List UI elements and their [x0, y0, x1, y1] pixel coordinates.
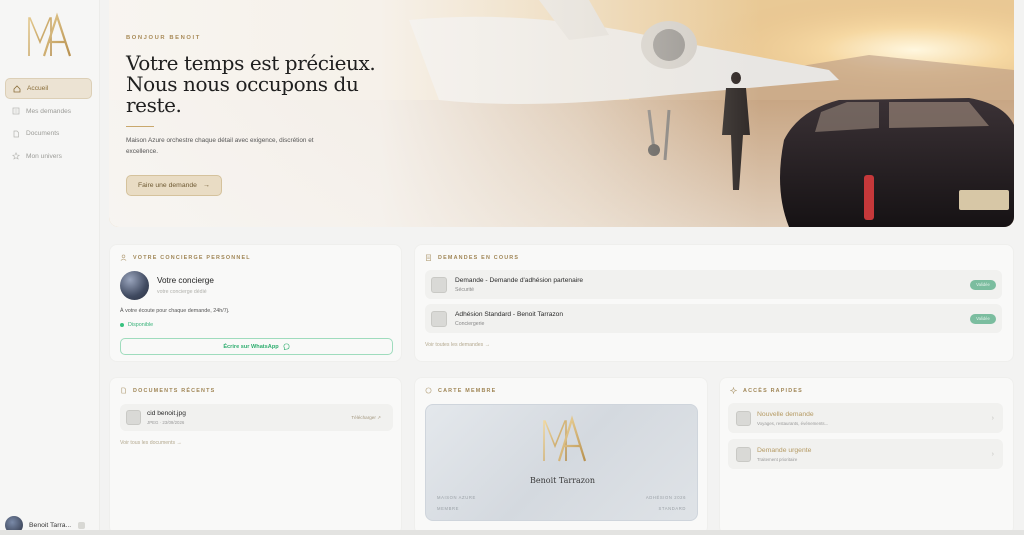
whatsapp-label: Écrire sur WhatsApp	[223, 343, 279, 350]
chevron-right-icon: ›	[991, 414, 994, 422]
card-heading: CARTE MEMBRE	[425, 387, 496, 395]
document-icon	[11, 129, 20, 138]
status-badge: Validée	[970, 313, 996, 324]
document-name: cid benoit.jpg	[147, 410, 186, 417]
card-heading: VOTRE CONCIERGE PERSONNEL	[120, 254, 251, 262]
request-category: Sécurité	[455, 286, 475, 293]
card-heading: DEMANDES EN COURS	[425, 254, 519, 262]
hero-title-line: Votre temps est précieux.	[126, 51, 376, 75]
member-card-year: ADHÉSION 2026	[645, 495, 686, 500]
sidebar-item-accueil[interactable]: Accueil	[5, 78, 92, 99]
card-heading: DOCUMENTS RÉCENTS	[120, 387, 215, 395]
maison-azure-logo	[543, 415, 587, 462]
arrow-right-icon: →	[202, 182, 210, 189]
document-item[interactable]: cid benoit.jpg JPEG · 23/09/2026 Télécha…	[120, 404, 393, 431]
sidebar-item-documents[interactable]: Documents	[5, 123, 92, 144]
sidebar-item-label: Accueil	[27, 85, 49, 92]
alert-icon	[736, 446, 751, 462]
document-icon	[120, 387, 128, 395]
card-heading-label: CARTE MEMBRE	[438, 388, 497, 394]
circle-icon	[425, 387, 433, 395]
concierge-info: À votre écoute pour chaque demande, 24h/…	[120, 308, 230, 314]
hero-content: BONJOUR BENOIT Votre temps est précieux.…	[126, 35, 426, 196]
requests-card: DEMANDES EN COURS Demande - Demande d'ad…	[414, 244, 1014, 362]
quick-title: Demande urgente	[757, 446, 812, 454]
home-icon	[12, 84, 21, 93]
horizontal-scrollbar[interactable]	[0, 530, 1024, 535]
user-name: Benoit Tarra...	[29, 521, 72, 529]
sidebar-item-label: Documents	[26, 130, 60, 137]
status-badge: Validée	[970, 279, 996, 290]
concierge-avatar	[120, 271, 149, 300]
quick-urgent-request[interactable]: Demande urgente Traitement prioritaire ›	[728, 439, 1003, 469]
quick-title: Nouvelle demande	[757, 410, 814, 418]
whatsapp-button[interactable]: Écrire sur WhatsApp	[120, 338, 393, 355]
sidebar-nav: Accueil Mes demandes Documents Mon unive…	[5, 78, 92, 168]
request-title: Demande - Demande d'adhésion partenaire	[455, 276, 584, 284]
file-icon	[126, 410, 141, 425]
sidebar-item-label: Mon univers	[26, 152, 62, 160]
hero-divider	[126, 126, 154, 127]
sidebar-item-mes-demandes[interactable]: Mes demandes	[5, 101, 92, 122]
member-card-label: MEMBRE	[437, 506, 459, 511]
card-heading-label: ACCÈS RAPIDES	[743, 388, 803, 394]
request-title: Adhésion Standard - Benoit Tarrazon	[455, 310, 564, 318]
quick-subtitle: Traitement prioritaire	[757, 456, 798, 462]
sidebar-item-label: Mes demandes	[26, 107, 72, 115]
concierge-subtitle: votre concierge dédié	[157, 289, 207, 295]
maison-azure-logo[interactable]	[26, 12, 72, 60]
member-card-panel: CARTE MEMBRE Benoit Tarrazon MAISON AZUR…	[414, 377, 708, 535]
member-card[interactable]: Benoit Tarrazon MAISON AZURE MEMBRE ADHÉ…	[425, 404, 698, 521]
member-card-brand: MAISON AZURE	[437, 495, 476, 500]
card-heading-label: DEMANDES EN COURS	[438, 255, 520, 261]
chevron-right-icon: ›	[991, 450, 994, 458]
clipboard-icon	[425, 254, 433, 262]
sidebar-item-mon-univers[interactable]: Mon univers	[5, 146, 92, 167]
hero-banner: BONJOUR BENOIT Votre temps est précieux.…	[109, 0, 1014, 227]
quick-new-request[interactable]: Nouvelle demande Voyages, restaurants, é…	[728, 403, 1003, 433]
request-type-icon	[431, 310, 447, 327]
member-card-tier: STANDARD	[658, 506, 686, 511]
concierge-card: VOTRE CONCIERGE PERSONNEL Votre concierg…	[109, 244, 402, 362]
hero-eyebrow: BONJOUR BENOIT	[126, 35, 201, 41]
quick-access-card: ACCÈS RAPIDES Nouvelle demande Voyages, …	[719, 377, 1014, 535]
sidebar: Accueil Mes demandes Documents Mon unive…	[0, 0, 100, 535]
request-item[interactable]: Adhésion Standard - Benoit Tarrazon Conc…	[425, 304, 1002, 333]
concierge-profile: Votre concierge votre concierge dédié	[120, 271, 214, 300]
concierge-name: Votre concierge	[157, 276, 214, 285]
user-menu-icon[interactable]	[78, 521, 86, 529]
hero-title-line: Nous nous occupons du	[126, 72, 359, 96]
download-link[interactable]: Télécharger ↗	[351, 415, 381, 421]
quick-subtitle: Voyages, restaurants, événements...	[757, 420, 829, 426]
card-heading: ACCÈS RAPIDES	[730, 387, 803, 395]
star-icon	[11, 152, 20, 161]
status-dot-icon	[120, 323, 124, 327]
hero-description: Maison Azure orchestre chaque détail ave…	[126, 137, 314, 155]
request-category: Conciergerie	[455, 320, 485, 327]
new-request-button[interactable]: Faire une demande →	[126, 175, 222, 196]
see-all-requests-link[interactable]: Voir toutes les demandes →	[425, 342, 490, 348]
document-meta: JPEG · 23/09/2026	[147, 420, 185, 425]
member-name: Benoit Tarrazon	[530, 476, 595, 485]
chat-bubble-icon	[283, 343, 290, 350]
request-item[interactable]: Demande - Demande d'adhésion partenaire …	[425, 270, 1002, 299]
list-icon	[11, 107, 20, 116]
card-heading-label: DOCUMENTS RÉCENTS	[133, 388, 216, 394]
hero-title: Votre temps est précieux. Nous nous occu…	[126, 53, 426, 116]
documents-card: DOCUMENTS RÉCENTS cid benoit.jpg JPEG · …	[109, 377, 402, 535]
new-request-label: Faire une demande	[138, 182, 197, 189]
hero-title-line: reste.	[126, 93, 182, 117]
sparkle-icon	[730, 387, 738, 395]
see-all-documents-link[interactable]: Voir tous les documents →	[120, 440, 182, 446]
availability-status: Disponible	[120, 322, 153, 328]
plus-icon	[736, 410, 751, 426]
card-heading-label: VOTRE CONCIERGE PERSONNEL	[133, 255, 251, 261]
request-type-icon	[431, 276, 447, 293]
status-label: Disponible	[128, 322, 154, 328]
person-icon	[120, 254, 128, 262]
